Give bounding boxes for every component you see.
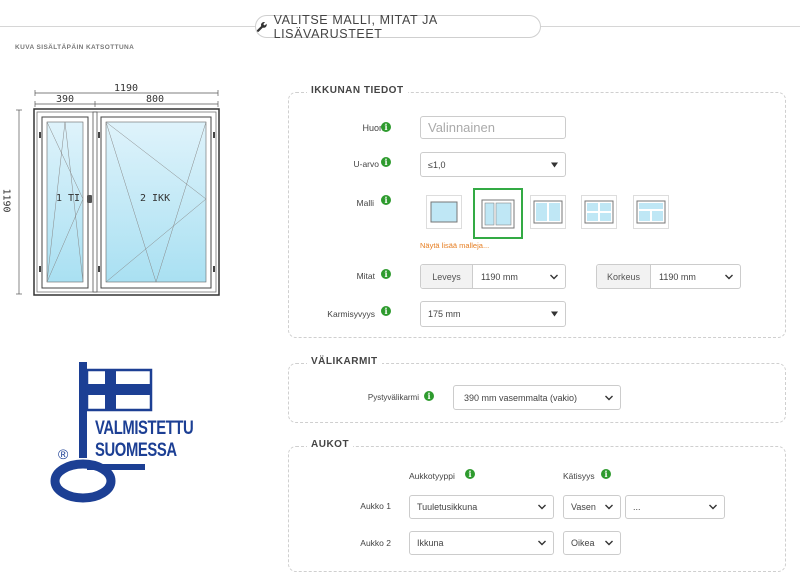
logo-text-line2: SUOMESSA xyxy=(95,440,177,461)
chevron-down-icon xyxy=(709,504,717,510)
ikkunan-tiedot-section: IKKUNAN TIEDOT Huone i U-arvo i ≤1,0 Mal… xyxy=(288,85,786,338)
section-title: VÄLIKARMIT xyxy=(307,356,382,367)
aukko-2-label: Aukko 2 xyxy=(360,538,391,548)
pystyvalikarmi-select[interactable]: 390 mm vasemmalta (vakio) xyxy=(453,385,621,410)
chevron-down-icon xyxy=(538,540,546,546)
leveys-addon: Leveys xyxy=(421,265,473,288)
chevron-down-icon xyxy=(550,274,558,279)
korkeus-select[interactable]: Korkeus 1190 mm xyxy=(596,264,741,289)
katisyys-header: Kätisyys xyxy=(563,471,595,481)
info-icon[interactable]: i xyxy=(381,306,391,316)
aukko-1-type-value: Tuuletusikkuna xyxy=(417,502,478,512)
leveys-value: 1190 mm xyxy=(481,271,518,282)
model-thumb-single[interactable] xyxy=(426,195,462,229)
aukko-2-hand-select[interactable]: Oikea xyxy=(563,531,621,555)
total-width-dim: 1190 xyxy=(114,83,139,94)
uarvo-value: ≤1,0 xyxy=(428,159,446,170)
chevron-down-icon xyxy=(605,504,613,510)
aukko-1-extra-value: ... xyxy=(633,502,641,512)
chevron-down-icon xyxy=(725,274,733,279)
korkeus-value: 1190 mm xyxy=(659,271,696,282)
section-header-pill: VALITSE MALLI, MITAT JA LISÄVARUSTEET xyxy=(255,12,541,41)
model-thumb-four-pane[interactable] xyxy=(581,195,617,229)
chevron-down-icon xyxy=(605,540,613,546)
left-width-dim: 390 xyxy=(56,94,75,105)
karmisyvyys-value: 175 mm xyxy=(428,309,461,319)
model-thumb-two-pane-alt[interactable] xyxy=(530,195,566,229)
section-title: IKKUNAN TIEDOT xyxy=(307,85,408,96)
configurator-page: VALITSE MALLI, MITAT JA LISÄVARUSTEET KU… xyxy=(0,0,800,578)
info-icon[interactable]: i xyxy=(381,269,391,279)
made-in-finland-logo: VALMISTETTU SUOMESSA ® xyxy=(48,360,208,510)
chevron-down-icon xyxy=(551,162,558,167)
info-icon[interactable]: i xyxy=(424,391,434,401)
aukko-1-hand-select[interactable]: Vasen xyxy=(563,495,621,519)
pystyvalikarmi-value: 390 mm vasemmalta (vakio) xyxy=(464,392,578,403)
karmisyvyys-label: Karmisyvyys xyxy=(327,309,375,319)
window-drawing: 1190 390 800 1190 1 TI 2 IKK xyxy=(0,80,240,310)
info-icon[interactable]: i xyxy=(601,469,611,479)
aukko-1-hand-value: Vasen xyxy=(571,502,596,512)
uarvo-select[interactable]: ≤1,0 xyxy=(420,152,566,177)
height-dim: 1190 xyxy=(0,188,12,213)
huone-field[interactable] xyxy=(420,116,566,139)
uarvo-label: U-arvo xyxy=(353,159,379,169)
right-width-dim: 800 xyxy=(146,94,165,105)
aukko-2-type-value: Ikkuna xyxy=(417,538,444,548)
aukko-2-hand-value: Oikea xyxy=(571,538,595,548)
section-title: AUKOT xyxy=(307,439,354,450)
aukot-section: AUKOT Aukkotyyppi i Kätisyys i Aukko 1 T… xyxy=(288,439,786,572)
left-pane-label: 1 TI xyxy=(56,193,81,204)
karmisyvyys-select[interactable]: 175 mm xyxy=(420,301,566,327)
model-thumb-two-pane-selected[interactable] xyxy=(473,188,523,239)
korkeus-addon: Korkeus xyxy=(597,265,651,288)
huone-input[interactable] xyxy=(428,120,565,135)
info-icon[interactable]: i xyxy=(465,469,475,479)
window-diagram xyxy=(16,90,220,296)
pystyvalikarmi-label: Pystyvälikarmi xyxy=(367,393,419,402)
page-title: VALITSE MALLI, MITAT JA LISÄVARUSTEET xyxy=(273,12,438,41)
valikarmit-section: VÄLIKARMIT Pystyvälikarmi i 390 mm vasem… xyxy=(288,356,786,423)
info-icon[interactable]: i xyxy=(381,195,391,205)
aukkotyyppi-header: Aukkotyyppi xyxy=(409,471,455,481)
huone-label: Huone xyxy=(362,123,389,133)
right-pane-label: 2 IKK xyxy=(140,193,171,204)
aukko-1-extra-select[interactable]: ... xyxy=(625,495,725,519)
mitat-label: Mitat xyxy=(356,271,375,281)
info-icon[interactable]: i xyxy=(381,157,391,167)
chevron-down-icon xyxy=(605,395,613,400)
info-icon[interactable]: i xyxy=(381,122,391,132)
chevron-down-icon xyxy=(538,504,546,510)
view-caption: KUVA SISÄLTÄPÄIN KATSOTTUNA xyxy=(15,44,135,51)
logo-text-line1: VALMISTETTU xyxy=(95,418,194,439)
aukko-1-label: Aukko 1 xyxy=(360,501,391,511)
leveys-select[interactable]: Leveys 1190 mm xyxy=(420,264,566,289)
wrench-icon xyxy=(256,21,267,32)
aukko-2-type-select[interactable]: Ikkuna xyxy=(409,531,554,555)
chevron-down-icon xyxy=(551,311,558,317)
aukko-1-type-select[interactable]: Tuuletusikkuna xyxy=(409,495,554,519)
model-thumb-three-pane[interactable] xyxy=(633,195,669,229)
malli-label: Malli xyxy=(356,198,374,208)
registered-mark: ® xyxy=(58,446,69,462)
show-more-models-link[interactable]: Näytä lisää malleja... xyxy=(420,241,489,250)
